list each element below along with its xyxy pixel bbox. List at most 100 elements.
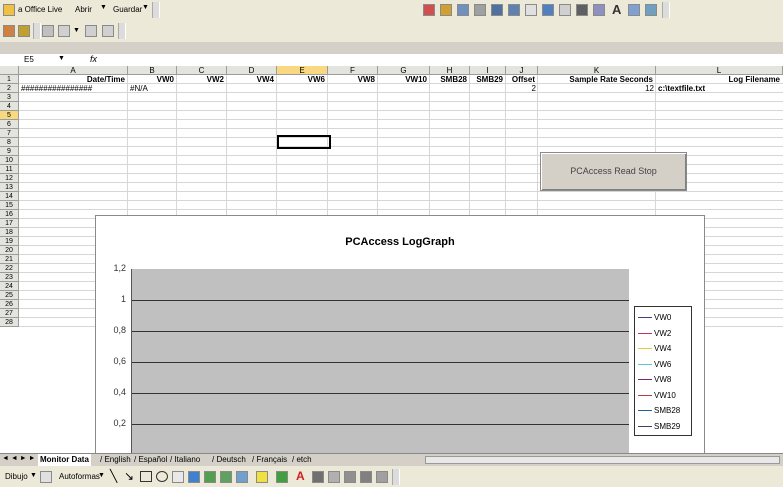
row-header-3[interactable]: 3 bbox=[0, 93, 19, 102]
header-cell-a[interactable]: Date/Time bbox=[20, 75, 125, 84]
textbox-icon[interactable] bbox=[172, 471, 184, 483]
header-cell-k[interactable]: Sample Rate Seconds bbox=[539, 75, 653, 84]
row-header-22[interactable]: 22 bbox=[0, 264, 19, 273]
row-header-23[interactable]: 23 bbox=[0, 273, 19, 282]
legend-item-vw6[interactable]: VW6 bbox=[638, 360, 671, 370]
header-cell-d[interactable]: VW4 bbox=[228, 75, 274, 84]
header-cell-g[interactable]: VW10 bbox=[379, 75, 427, 84]
formula-input[interactable] bbox=[110, 55, 780, 65]
row-header-17[interactable]: 17 bbox=[0, 219, 19, 228]
line-color-icon[interactable] bbox=[276, 471, 288, 483]
column-header-k[interactable]: K bbox=[538, 66, 656, 75]
by-column-icon[interactable] bbox=[542, 4, 554, 16]
chart-type-icon[interactable] bbox=[474, 4, 486, 16]
row-header-14[interactable]: 14 bbox=[0, 192, 19, 201]
diagram-icon[interactable] bbox=[204, 471, 216, 483]
open-button[interactable]: Abrir bbox=[72, 2, 95, 18]
row-header-13[interactable]: 13 bbox=[0, 183, 19, 192]
save-button[interactable]: Guardar bbox=[110, 2, 145, 18]
image-icon[interactable] bbox=[628, 4, 640, 16]
undo-icon[interactable] bbox=[58, 25, 70, 37]
sheet-tab-1[interactable]: Monitor Data bbox=[38, 454, 91, 466]
header-cell-e[interactable]: VW6 bbox=[278, 75, 325, 84]
column-header-g[interactable]: G bbox=[378, 66, 430, 75]
oval-icon[interactable] bbox=[156, 471, 168, 482]
row-header-20[interactable]: 20 bbox=[0, 246, 19, 255]
legend-item-vw4[interactable]: VW4 bbox=[638, 344, 671, 354]
pcaccess-read-stop-button[interactable]: PCAccess Read Stop bbox=[540, 152, 687, 191]
save-dropdown-icon[interactable]: ▼ bbox=[142, 4, 149, 11]
font-size-icon[interactable] bbox=[593, 4, 605, 16]
legend-item-smb29[interactable]: SMB29 bbox=[638, 422, 680, 432]
arrow-style-icon[interactable] bbox=[344, 471, 356, 483]
cell-a2[interactable]: ################ bbox=[21, 84, 126, 93]
row-header-9[interactable]: 9 bbox=[0, 147, 19, 156]
row-header-2[interactable]: 2 bbox=[0, 84, 19, 93]
row-header-12[interactable]: 12 bbox=[0, 174, 19, 183]
sheet-tab-3[interactable]: / Español bbox=[132, 454, 169, 466]
row-header-11[interactable]: 11 bbox=[0, 165, 19, 174]
3d-icon[interactable] bbox=[376, 471, 388, 483]
sheet-tab-5[interactable]: / Deutsch bbox=[210, 454, 248, 466]
function-icon[interactable]: fx bbox=[90, 54, 97, 64]
header-cell-l[interactable]: Log Filename bbox=[657, 75, 780, 84]
header-cell-f[interactable]: VW8 bbox=[329, 75, 375, 84]
selected-cell-e5[interactable] bbox=[277, 135, 331, 149]
legend-item-vw0[interactable]: VW0 bbox=[638, 313, 671, 323]
column-header-c[interactable]: C bbox=[177, 66, 227, 75]
row-header-5[interactable]: 5 bbox=[0, 111, 19, 120]
autoshapes-dropdown-icon[interactable]: ▼ bbox=[98, 472, 105, 479]
plot-area[interactable] bbox=[131, 269, 629, 456]
select-objects-icon[interactable] bbox=[40, 471, 52, 483]
cell-b2[interactable]: #N/A bbox=[130, 84, 175, 93]
chart-legend[interactable]: VW0 VW2 VW4 VW6 VW8 VW10 SMB28 SMB29 bbox=[634, 306, 692, 436]
table-icon[interactable] bbox=[457, 4, 469, 16]
cell-k2[interactable]: 12 bbox=[540, 84, 654, 93]
paste-icon[interactable] bbox=[3, 25, 15, 37]
row-header-19[interactable]: 19 bbox=[0, 237, 19, 246]
column-header-d[interactable]: D bbox=[227, 66, 277, 75]
row-header-24[interactable]: 24 bbox=[0, 282, 19, 291]
autoshapes-button[interactable]: Autoformas bbox=[56, 469, 103, 485]
clipart-icon[interactable] bbox=[220, 471, 232, 483]
row-header-15[interactable]: 15 bbox=[0, 201, 19, 210]
legend-item-vw2[interactable]: VW2 bbox=[638, 329, 671, 339]
line-style-icon[interactable] bbox=[312, 471, 324, 483]
arrow-icon[interactable]: ↘ bbox=[124, 469, 134, 483]
row-header-16[interactable]: 16 bbox=[0, 210, 19, 219]
data-table-icon[interactable] bbox=[508, 4, 520, 16]
zoom-icon[interactable] bbox=[102, 25, 114, 37]
column-header-e[interactable]: E bbox=[277, 66, 328, 75]
header-cell-j[interactable]: Offset bbox=[507, 75, 535, 84]
column-header-a[interactable]: A bbox=[19, 66, 128, 75]
row-header-25[interactable]: 25 bbox=[0, 291, 19, 300]
chart[interactable]: PCAccess LogGraph 1,2 1 0,8 0,6 0,4 0,2 VW0 VW… bbox=[95, 215, 705, 456]
row-header-10[interactable]: 10 bbox=[0, 156, 19, 165]
sort-icon[interactable] bbox=[42, 25, 54, 37]
row-header-7[interactable]: 7 bbox=[0, 129, 19, 138]
header-cell-h[interactable]: SMB28 bbox=[431, 75, 467, 84]
header-cell-i[interactable]: SMB29 bbox=[471, 75, 503, 84]
name-box-dropdown-icon[interactable]: ▼ bbox=[58, 55, 65, 62]
horizontal-scrollbar[interactable] bbox=[425, 456, 780, 464]
row-header-27[interactable]: 27 bbox=[0, 309, 19, 318]
redo-icon[interactable] bbox=[85, 25, 97, 37]
row-header-6[interactable]: 6 bbox=[0, 120, 19, 129]
format-painter-icon[interactable] bbox=[18, 25, 30, 37]
rectangle-icon[interactable] bbox=[140, 471, 152, 482]
row-header-26[interactable]: 26 bbox=[0, 300, 19, 309]
column-header-b[interactable]: B bbox=[128, 66, 177, 75]
office-live-icon[interactable] bbox=[3, 4, 15, 16]
sheet-tab-6[interactable]: / Français bbox=[250, 454, 289, 466]
header-cell-c[interactable]: VW2 bbox=[178, 75, 224, 84]
header-cell-b[interactable]: VW0 bbox=[129, 75, 174, 84]
by-row-icon[interactable] bbox=[525, 4, 537, 16]
draw-menu-button[interactable]: Dibujo bbox=[2, 469, 31, 485]
help-icon[interactable] bbox=[645, 4, 657, 16]
cell-j2[interactable]: 2 bbox=[508, 84, 536, 93]
column-header-h[interactable]: H bbox=[430, 66, 470, 75]
draw-dropdown-icon[interactable]: ▼ bbox=[30, 472, 37, 479]
office-live-button[interactable]: a Office Live bbox=[15, 2, 65, 18]
sheet-tab-4[interactable]: / Italiano bbox=[168, 454, 202, 466]
angle-text-icon[interactable] bbox=[559, 4, 571, 16]
